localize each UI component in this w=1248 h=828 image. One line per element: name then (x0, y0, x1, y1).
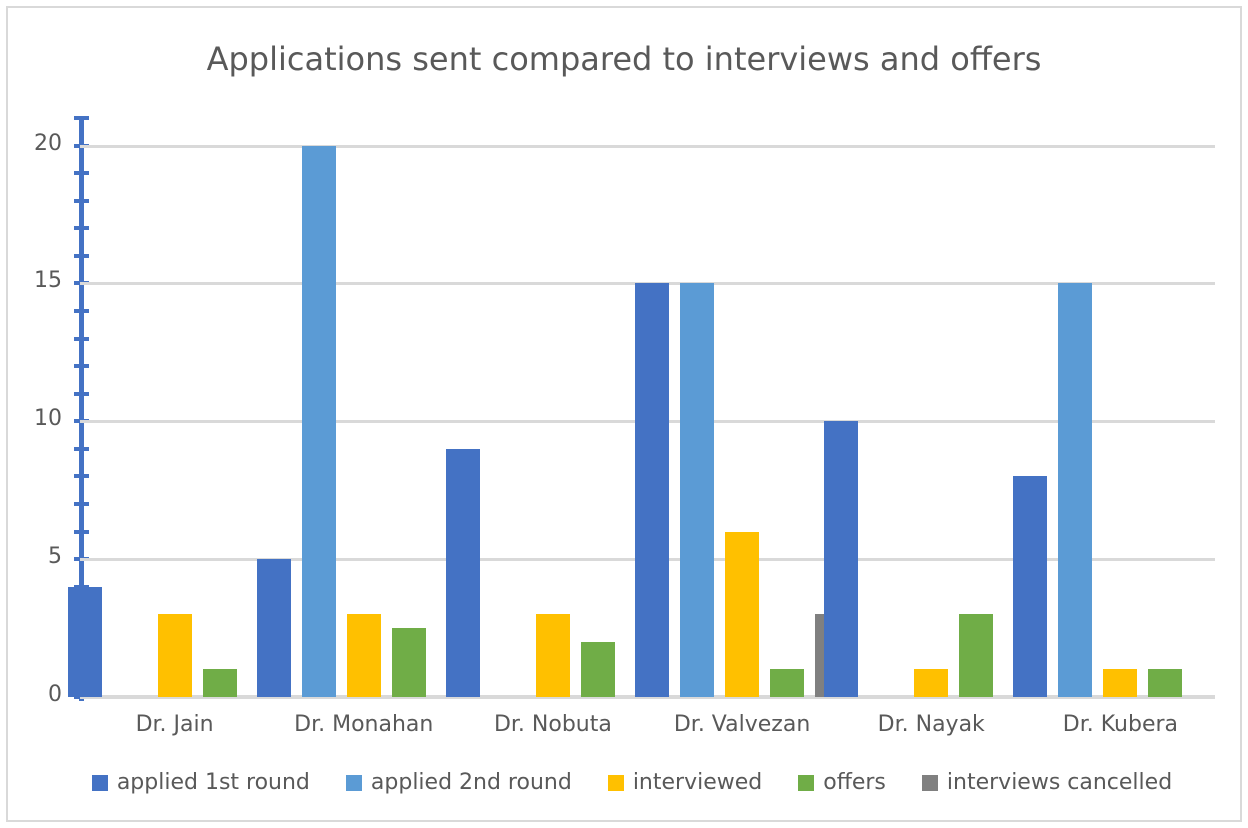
legend-label: applied 1st round (116, 770, 310, 795)
legend-swatch-icon (607, 774, 624, 791)
y-axis-tick-labels: 0 5 10 15 20 (8, 8, 62, 828)
legend-label: interviewed (632, 770, 763, 795)
bar-group (635, 118, 850, 697)
chart-legend[interactable]: applied 1st round applied 2nd round interv… (8, 770, 1248, 795)
y-axis-tick-label: 0 (48, 682, 62, 707)
bar[interactable] (535, 614, 570, 697)
bar[interactable] (445, 448, 480, 697)
legend-item[interactable]: offers (798, 770, 886, 795)
bar[interactable] (824, 421, 859, 697)
bar[interactable] (959, 614, 994, 697)
legend-item[interactable]: applied 2nd round (345, 770, 572, 795)
bar-group (256, 118, 458, 697)
legend-label: offers (823, 770, 886, 795)
bar[interactable] (1058, 283, 1093, 697)
legend-label: interviews cancelled (946, 770, 1173, 795)
x-axis-category-label: Dr. Nayak (877, 712, 985, 737)
legend-swatch-icon (345, 774, 362, 791)
y-axis-tick-label: 20 (34, 130, 62, 156)
x-axis-category-label: Dr. Nobuta (493, 712, 612, 737)
chart-screenshot: Applications sent compared to interviews… (0, 0, 1248, 828)
chart-container[interactable]: Applications sent compared to interviews… (6, 6, 1242, 822)
legend-item[interactable]: applied 1st round (91, 770, 310, 795)
legend-item[interactable]: interviews cancelled (921, 770, 1173, 795)
x-axis-category-label: Dr. Kubera (1062, 712, 1179, 737)
x-axis-category-label: Dr. Monahan (294, 712, 434, 737)
legend-item[interactable]: interviewed (607, 770, 763, 795)
bar-group (67, 118, 269, 697)
y-axis-tick-label: 10 (34, 406, 62, 432)
bar-group (445, 118, 647, 697)
bar[interactable] (635, 283, 670, 697)
legend-swatch-icon (798, 774, 815, 791)
bar[interactable] (770, 669, 805, 697)
bar[interactable] (680, 283, 715, 697)
bar[interactable] (1148, 669, 1183, 697)
plot-area[interactable] (67, 118, 1215, 699)
bar[interactable] (202, 669, 237, 697)
legend-swatch-icon (921, 774, 938, 791)
legend-label: applied 2nd round (370, 770, 572, 795)
bar[interactable] (725, 531, 760, 697)
bar[interactable] (346, 614, 381, 697)
bar[interactable] (256, 559, 291, 697)
bar-group (824, 118, 1026, 697)
chart-title[interactable]: Applications sent compared to interviews… (8, 40, 1240, 78)
y-axis-tick-label: 15 (34, 268, 62, 294)
legend-swatch-icon (91, 774, 108, 791)
x-axis-category-label: Dr. Jain (135, 712, 214, 737)
bar[interactable] (67, 586, 102, 697)
bar-group (1013, 118, 1215, 697)
bar[interactable] (580, 641, 615, 697)
bar[interactable] (301, 145, 336, 697)
bar[interactable] (157, 614, 192, 697)
bar[interactable] (914, 669, 949, 697)
y-axis-tick-label: 5 (48, 544, 62, 570)
bar[interactable] (1013, 476, 1048, 697)
bar[interactable] (391, 628, 426, 697)
x-axis-category-label: Dr. Valvezan (673, 712, 811, 737)
bar[interactable] (1103, 669, 1138, 697)
